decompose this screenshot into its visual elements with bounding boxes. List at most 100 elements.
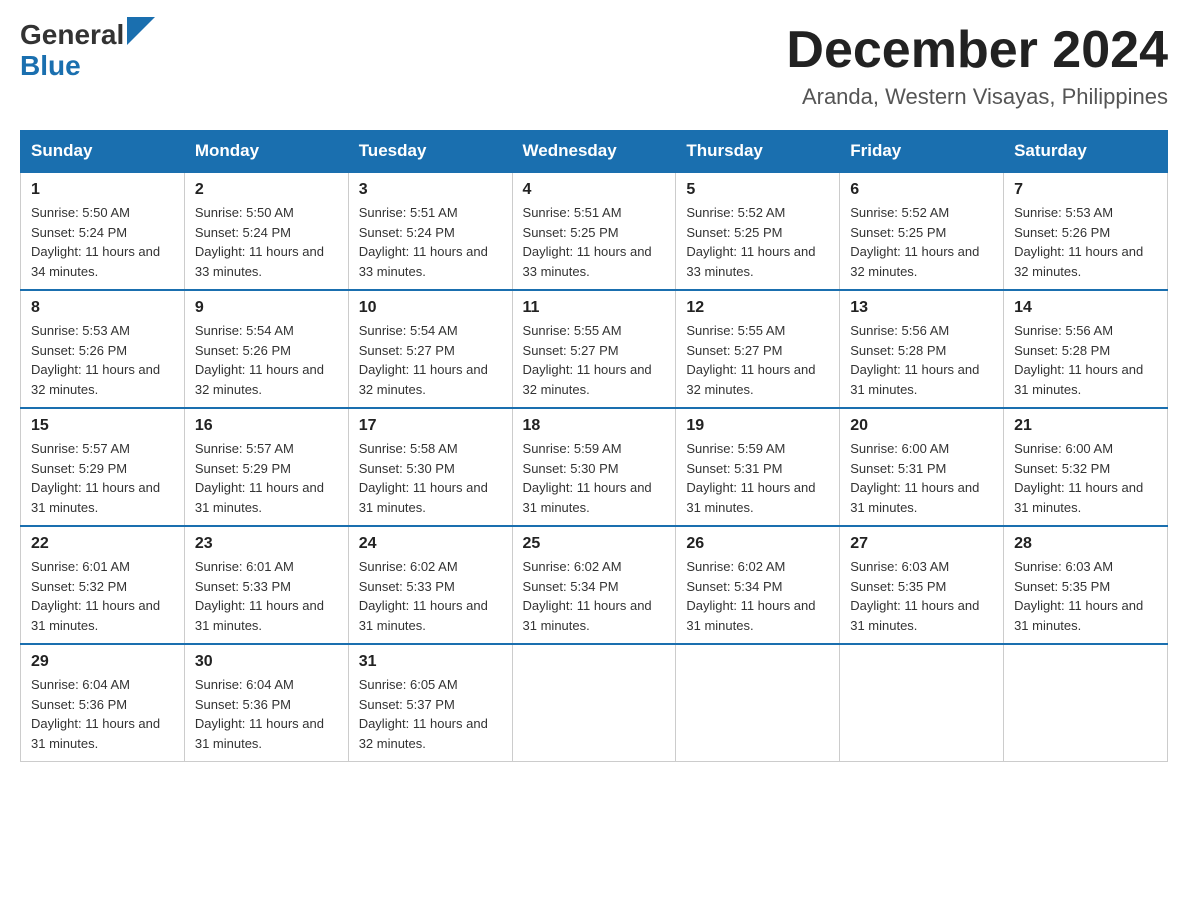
calendar-day-cell: 5Sunrise: 5:52 AMSunset: 5:25 PMDaylight…: [676, 172, 840, 290]
day-info: Sunrise: 5:50 AMSunset: 5:24 PMDaylight:…: [195, 203, 338, 281]
calendar-week-row: 15 Sunrise: 5:57 AMSunset: 5:29 PMDayligh…: [21, 408, 1168, 526]
day-number: 5: [686, 181, 829, 199]
day-number: 11: [523, 299, 666, 317]
day-info: Sunrise: 6:00 AMSunset: 5:31 PMDaylight:…: [850, 439, 993, 517]
day-number: 15: [31, 417, 174, 435]
day-number: 14: [1014, 299, 1157, 317]
calendar-day-cell: 18 Sunrise: 5:59 AMSunset: 5:30 PMDayligh…: [512, 408, 676, 526]
calendar-header-row: SundayMondayTuesdayWednesdayThursdayFrid…: [21, 131, 1168, 173]
day-number: 3: [359, 181, 502, 199]
day-number: 21: [1014, 417, 1157, 435]
day-info: Sunrise: 5:57 AMSunset: 5:29 PMDaylight:…: [195, 439, 338, 517]
title-section: December 2024 Aranda, Western Visayas, P…: [786, 20, 1168, 110]
calendar-week-row: 1 Sunrise: 5:50 AMSunset: 5:24 PMDaylight…: [21, 172, 1168, 290]
day-info: Sunrise: 6:01 AMSunset: 5:32 PMDaylight:…: [31, 557, 174, 635]
day-number: 9: [195, 299, 338, 317]
day-info: Sunrise: 5:53 AMSunset: 5:26 PMDaylight:…: [31, 321, 174, 399]
day-info: Sunrise: 5:55 AMSunset: 5:27 PMDaylight:…: [523, 321, 666, 399]
calendar-day-cell: 16 Sunrise: 5:57 AMSunset: 5:29 PMDayligh…: [184, 408, 348, 526]
logo: General Blue: [20, 20, 155, 82]
day-info: Sunrise: 5:53 AMSunset: 5:26 PMDaylight:…: [1014, 203, 1157, 281]
day-number: 23: [195, 535, 338, 553]
day-number: 8: [31, 299, 174, 317]
calendar-day-cell: 3Sunrise: 5:51 AMSunset: 5:24 PMDaylight…: [348, 172, 512, 290]
calendar-day-cell: 23 Sunrise: 6:01 AMSunset: 5:33 PMDayligh…: [184, 526, 348, 644]
day-number: 22: [31, 535, 174, 553]
calendar-day-cell: 11 Sunrise: 5:55 AMSunset: 5:27 PMDayligh…: [512, 290, 676, 408]
calendar-day-cell: 14 Sunrise: 5:56 AMSunset: 5:28 PMDayligh…: [1004, 290, 1168, 408]
calendar-week-row: 22 Sunrise: 6:01 AMSunset: 5:32 PMDayligh…: [21, 526, 1168, 644]
calendar-week-row: 29 Sunrise: 6:04 AMSunset: 5:36 PMDayligh…: [21, 644, 1168, 762]
day-number: 31: [359, 653, 502, 671]
logo-general-text: General: [20, 20, 124, 51]
calendar-day-cell: 21 Sunrise: 6:00 AMSunset: 5:32 PMDayligh…: [1004, 408, 1168, 526]
day-info: Sunrise: 6:05 AMSunset: 5:37 PMDaylight:…: [359, 675, 502, 753]
calendar-day-cell: 17Sunrise: 5:58 AMSunset: 5:30 PMDayligh…: [348, 408, 512, 526]
day-info: Sunrise: 5:54 AMSunset: 5:27 PMDaylight:…: [359, 321, 502, 399]
day-number: 13: [850, 299, 993, 317]
calendar-day-cell: 7 Sunrise: 5:53 AMSunset: 5:26 PMDaylight…: [1004, 172, 1168, 290]
day-info: Sunrise: 6:00 AMSunset: 5:32 PMDaylight:…: [1014, 439, 1157, 517]
day-number: 28: [1014, 535, 1157, 553]
calendar-day-header: Monday: [184, 131, 348, 173]
calendar-day-cell: [676, 644, 840, 762]
calendar-day-cell: 22 Sunrise: 6:01 AMSunset: 5:32 PMDayligh…: [21, 526, 185, 644]
calendar-day-cell: 9Sunrise: 5:54 AMSunset: 5:26 PMDaylight…: [184, 290, 348, 408]
day-info: Sunrise: 5:51 AMSunset: 5:25 PMDaylight:…: [523, 203, 666, 281]
calendar-day-cell: 12 Sunrise: 5:55 AMSunset: 5:27 PMDayligh…: [676, 290, 840, 408]
day-info: Sunrise: 6:03 AMSunset: 5:35 PMDaylight:…: [850, 557, 993, 635]
day-number: 1: [31, 181, 174, 199]
calendar-day-cell: 26Sunrise: 6:02 AMSunset: 5:34 PMDayligh…: [676, 526, 840, 644]
day-number: 24: [359, 535, 502, 553]
day-info: Sunrise: 5:59 AMSunset: 5:31 PMDaylight:…: [686, 439, 829, 517]
calendar-day-cell: 1 Sunrise: 5:50 AMSunset: 5:24 PMDaylight…: [21, 172, 185, 290]
calendar-week-row: 8 Sunrise: 5:53 AMSunset: 5:26 PMDaylight…: [21, 290, 1168, 408]
day-number: 7: [1014, 181, 1157, 199]
day-number: 12: [686, 299, 829, 317]
day-info: Sunrise: 5:57 AMSunset: 5:29 PMDaylight:…: [31, 439, 174, 517]
day-number: 2: [195, 181, 338, 199]
day-number: 18: [523, 417, 666, 435]
calendar-day-cell: 13 Sunrise: 5:56 AMSunset: 5:28 PMDayligh…: [840, 290, 1004, 408]
day-number: 30: [195, 653, 338, 671]
day-info: Sunrise: 6:02 AMSunset: 5:34 PMDaylight:…: [686, 557, 829, 635]
month-title: December 2024: [786, 20, 1168, 80]
day-info: Sunrise: 6:03 AMSunset: 5:35 PMDaylight:…: [1014, 557, 1157, 635]
calendar-day-cell: 15 Sunrise: 5:57 AMSunset: 5:29 PMDayligh…: [21, 408, 185, 526]
calendar-day-cell: 29 Sunrise: 6:04 AMSunset: 5:36 PMDayligh…: [21, 644, 185, 762]
calendar-day-cell: 25Sunrise: 6:02 AMSunset: 5:34 PMDayligh…: [512, 526, 676, 644]
calendar-day-header: Tuesday: [348, 131, 512, 173]
day-info: Sunrise: 5:59 AMSunset: 5:30 PMDaylight:…: [523, 439, 666, 517]
calendar-day-cell: 20 Sunrise: 6:00 AMSunset: 5:31 PMDayligh…: [840, 408, 1004, 526]
day-info: Sunrise: 5:50 AMSunset: 5:24 PMDaylight:…: [31, 203, 174, 281]
calendar-day-cell: 2 Sunrise: 5:50 AMSunset: 5:24 PMDaylight…: [184, 172, 348, 290]
page-header: General Blue December 2024 Aranda, Weste…: [20, 20, 1168, 110]
day-number: 29: [31, 653, 174, 671]
calendar-day-header: Sunday: [21, 131, 185, 173]
day-number: 6: [850, 181, 993, 199]
calendar-day-cell: 27Sunrise: 6:03 AMSunset: 5:35 PMDayligh…: [840, 526, 1004, 644]
calendar-day-header: Friday: [840, 131, 1004, 173]
day-info: Sunrise: 5:56 AMSunset: 5:28 PMDaylight:…: [850, 321, 993, 399]
day-number: 10: [359, 299, 502, 317]
day-number: 17: [359, 417, 502, 435]
calendar-day-cell: 4Sunrise: 5:51 AMSunset: 5:25 PMDaylight…: [512, 172, 676, 290]
calendar-day-header: Thursday: [676, 131, 840, 173]
day-info: Sunrise: 6:04 AMSunset: 5:36 PMDaylight:…: [31, 675, 174, 753]
calendar-day-cell: 8 Sunrise: 5:53 AMSunset: 5:26 PMDaylight…: [21, 290, 185, 408]
calendar-day-cell: 6Sunrise: 5:52 AMSunset: 5:25 PMDaylight…: [840, 172, 1004, 290]
day-info: Sunrise: 6:01 AMSunset: 5:33 PMDaylight:…: [195, 557, 338, 635]
calendar-day-cell: [1004, 644, 1168, 762]
location-title: Aranda, Western Visayas, Philippines: [786, 84, 1168, 110]
day-number: 25: [523, 535, 666, 553]
day-info: Sunrise: 5:55 AMSunset: 5:27 PMDaylight:…: [686, 321, 829, 399]
day-info: Sunrise: 5:56 AMSunset: 5:28 PMDaylight:…: [1014, 321, 1157, 399]
day-info: Sunrise: 6:02 AMSunset: 5:33 PMDaylight:…: [359, 557, 502, 635]
calendar-day-header: Saturday: [1004, 131, 1168, 173]
day-number: 16: [195, 417, 338, 435]
calendar-day-cell: 31 Sunrise: 6:05 AMSunset: 5:37 PMDayligh…: [348, 644, 512, 762]
calendar-day-cell: 28 Sunrise: 6:03 AMSunset: 5:35 PMDayligh…: [1004, 526, 1168, 644]
calendar-day-cell: 19Sunrise: 5:59 AMSunset: 5:31 PMDayligh…: [676, 408, 840, 526]
calendar-day-cell: 30Sunrise: 6:04 AMSunset: 5:36 PMDayligh…: [184, 644, 348, 762]
day-number: 20: [850, 417, 993, 435]
